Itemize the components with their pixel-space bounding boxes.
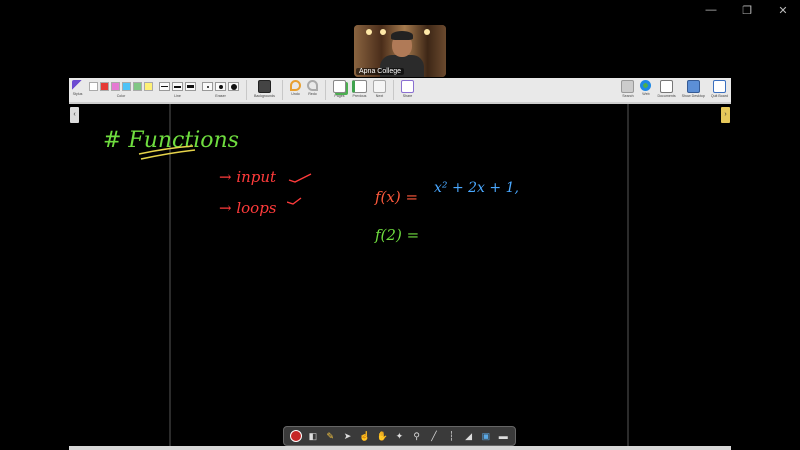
line-medium-button[interactable]	[172, 82, 183, 91]
line-tool-icon[interactable]: ╱	[428, 430, 440, 442]
presenter-hair	[391, 31, 413, 40]
brush-tool-icon[interactable]	[289, 430, 302, 442]
hand-tool-icon[interactable]: ✋	[376, 430, 388, 442]
pointer-tool-icon[interactable]: ➤	[342, 430, 354, 442]
toolbar-divider	[392, 80, 394, 100]
line-group: Line	[159, 78, 196, 98]
window-controls: — ❐ ✕	[704, 4, 790, 17]
heading-underline	[138, 145, 196, 160]
next-button[interactable]: Next	[372, 78, 386, 98]
lamp-light	[380, 29, 386, 35]
search-button[interactable]: Search	[621, 78, 635, 98]
color-swatch-green[interactable]	[133, 82, 142, 91]
color-swatch-blue[interactable]	[122, 82, 131, 91]
webcam-overlay[interactable]: Apna College	[354, 25, 446, 77]
undo-icon	[289, 80, 301, 91]
color-swatch-red[interactable]	[100, 82, 109, 91]
note-loops: → loops	[219, 199, 277, 217]
eraser-small-button[interactable]	[202, 82, 213, 91]
eraser-tool-icon[interactable]: ◧	[307, 430, 319, 442]
whiteboard-canvas[interactable]: ‹ › # Functions → input → loops f(x) = x…	[69, 104, 731, 446]
stylus-button[interactable]: Stylus	[72, 78, 83, 96]
highlighter-tool-icon[interactable]: ✎	[324, 430, 336, 442]
desktop-icon	[686, 80, 700, 93]
documents-icon	[660, 80, 674, 93]
toolbar-divider	[246, 80, 247, 100]
web-button[interactable]: Web	[640, 78, 652, 98]
dashed-line-tool-icon[interactable]: ┆	[445, 430, 457, 442]
redo-icon	[306, 80, 318, 91]
function-rhs: x² + 2x + 1,	[434, 180, 519, 196]
left-panel-toggle-icon[interactable]: ‹	[70, 107, 79, 123]
color-swatches	[89, 80, 153, 93]
line-thick-button[interactable]	[185, 82, 196, 91]
right-panel-toggle-icon[interactable]: ›	[721, 107, 730, 123]
share-icon	[400, 80, 414, 93]
show-desktop-button[interactable]: Show Desktop	[682, 78, 705, 98]
backgrounds-button[interactable]: Backgrounds	[254, 78, 275, 98]
pages-icon	[332, 80, 346, 93]
backgrounds-icon	[257, 80, 271, 93]
note-input: → input	[219, 168, 277, 186]
function-call: f(2) =	[375, 226, 420, 244]
quit-board-icon	[712, 80, 726, 93]
pages-button[interactable]: Pages	[332, 78, 346, 98]
note-checkmarks	[287, 173, 312, 205]
color-group: Color	[89, 78, 153, 98]
share-button[interactable]: Share	[400, 78, 414, 98]
toolbar-right-group: Search Web Documents Show Desktop Quit B…	[618, 78, 731, 98]
image-tool-icon[interactable]: ▣	[480, 430, 492, 442]
eraser-medium-button[interactable]	[215, 82, 226, 91]
undo-button[interactable]: Undo	[289, 78, 301, 96]
color-swatch-pink[interactable]	[111, 82, 120, 91]
eraser-group: Eraser	[202, 78, 239, 98]
lamp-light	[366, 29, 372, 35]
whiteboard-toolbar: Stylus Color Line Eraser Backgrounds Und…	[69, 78, 731, 104]
toolbar-divider	[324, 80, 326, 100]
toolbar-divider	[281, 80, 283, 100]
stylus-icon	[72, 80, 83, 91]
shape-tool-icon[interactable]: ◢	[463, 430, 475, 442]
zoom-tool-icon[interactable]: ⚲	[411, 430, 423, 442]
color-swatch-yellow[interactable]	[144, 82, 153, 91]
quit-board-button[interactable]: Quit Board	[711, 78, 728, 98]
drawing-tools-bar: ◧ ✎ ➤ ☝ ✋ ✦ ⚲ ╱ ┆ ◢ ▣ ▬	[283, 426, 516, 446]
function-lhs: f(x) =	[375, 188, 419, 206]
eraser-large-button[interactable]	[228, 82, 239, 91]
restore-button[interactable]: ❐	[740, 4, 754, 17]
webcam-name-label: Apna College	[356, 68, 405, 75]
bottom-bar	[69, 446, 731, 450]
close-button[interactable]: ✕	[776, 4, 790, 17]
board-guide-right	[627, 104, 629, 446]
magic-wand-tool-icon[interactable]: ✦	[393, 430, 405, 442]
lamp-light	[424, 29, 430, 35]
minimize-button[interactable]: —	[704, 4, 718, 17]
globe-icon	[640, 80, 652, 91]
line-thin-button[interactable]	[159, 82, 170, 91]
search-icon	[621, 80, 635, 93]
previous-page-icon	[351, 80, 367, 93]
previous-button[interactable]: Previous	[351, 78, 367, 98]
select-hand-tool-icon[interactable]: ☝	[359, 430, 371, 442]
keyboard-tool-icon[interactable]: ▬	[497, 430, 509, 442]
color-swatch-white[interactable]	[89, 82, 98, 91]
next-page-icon	[372, 80, 386, 93]
documents-button[interactable]: Documents	[657, 78, 676, 98]
redo-button[interactable]: Redo	[306, 78, 318, 96]
